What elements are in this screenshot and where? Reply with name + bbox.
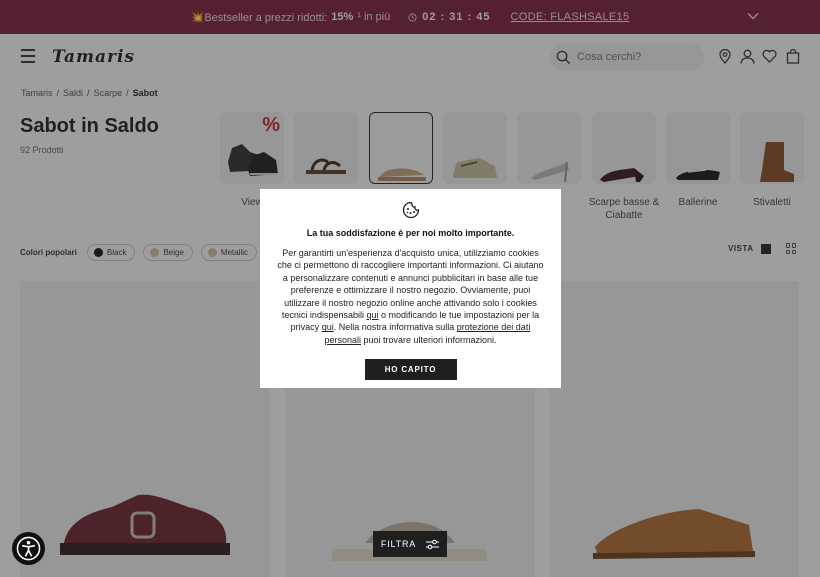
cookie-modal-title: La tua soddisfazione è per noi molto imp… [306, 228, 515, 238]
accessibility-icon [16, 536, 41, 561]
cookie-icon [402, 201, 419, 219]
cookie-modal-text: Per garantirti un'esperienza d'acquisto … [277, 248, 544, 345]
accept-cookies-button[interactable]: HO CAPITO [364, 359, 457, 381]
cookie-consent-modal: La tua soddisfazione è per noi molto imp… [260, 189, 561, 388]
sliders-icon [426, 539, 440, 549]
filter-button[interactable]: FILTRA [373, 531, 447, 557]
cookie-link-essential[interactable]: qui [366, 310, 378, 320]
filter-button-label: FILTRA [380, 539, 417, 549]
cookie-link-settings[interactable]: qui [322, 322, 334, 332]
accessibility-button[interactable] [12, 532, 45, 565]
